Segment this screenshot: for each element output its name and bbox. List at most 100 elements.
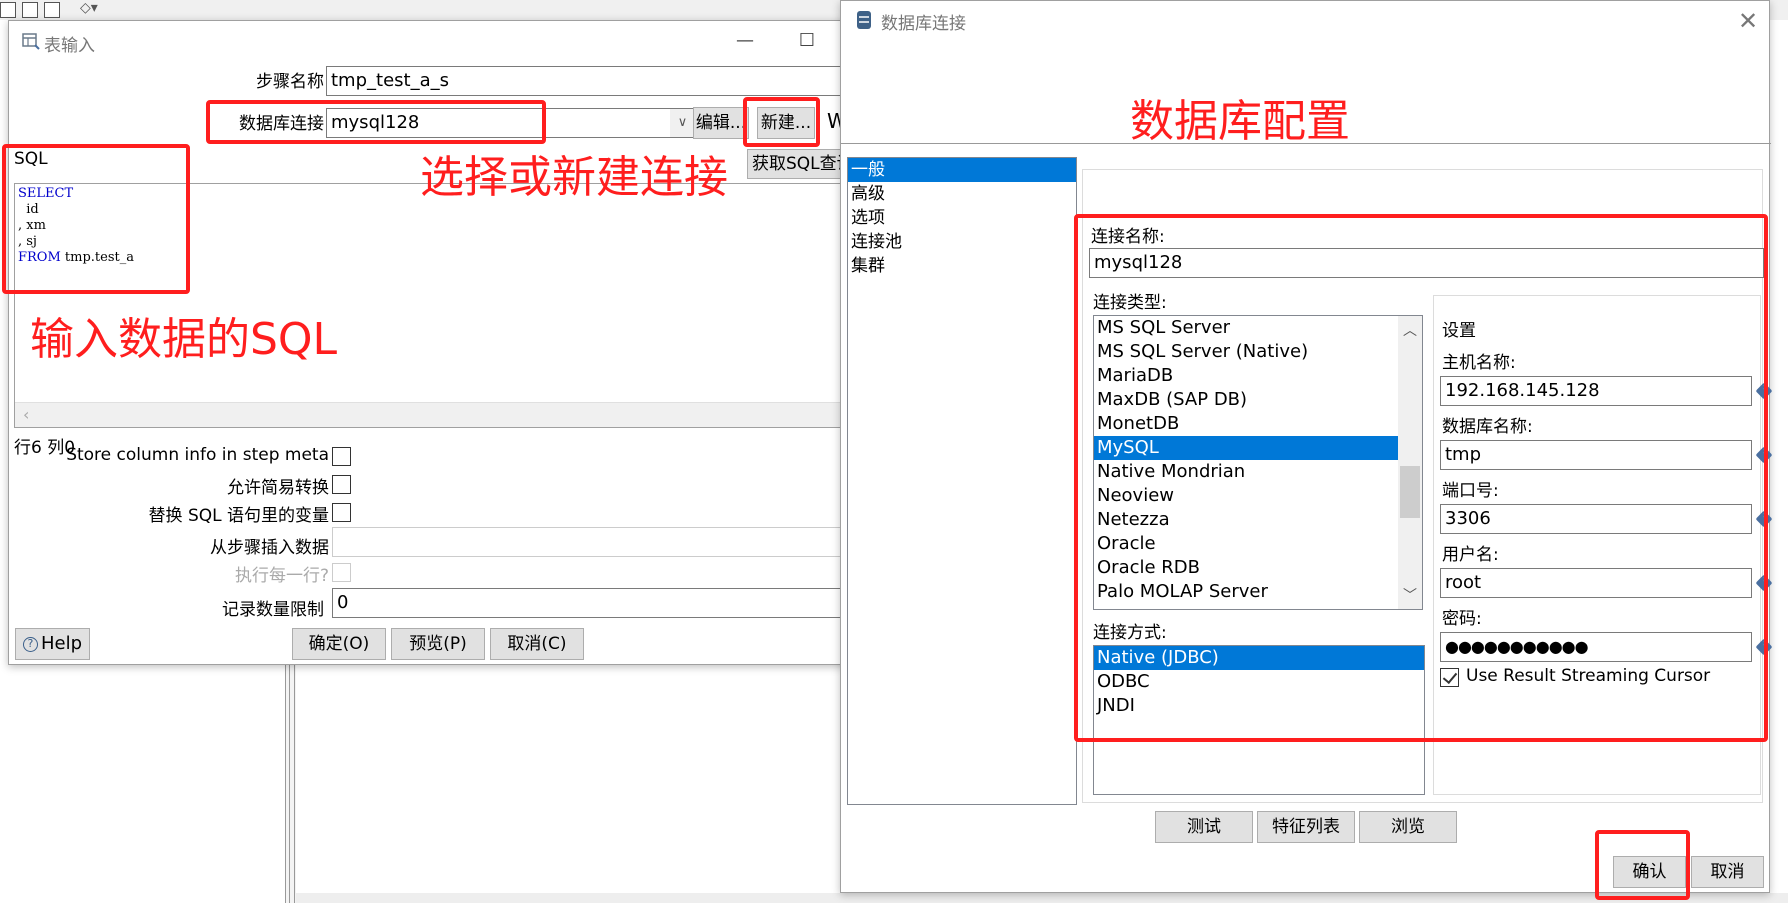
nav-item[interactable]: 高级: [848, 182, 1076, 206]
chevron-down-icon[interactable]: ∨: [670, 109, 695, 137]
password-input[interactable]: ●●●●●●●●●●●: [1440, 632, 1752, 662]
step-name-input[interactable]: tmp_test_a_s: [326, 66, 866, 96]
variable-icon[interactable]: [1755, 510, 1773, 528]
chevron-left-icon[interactable]: ‹: [23, 405, 29, 424]
new-connection-button[interactable]: 新建...: [757, 107, 815, 139]
streaming-cursor-label: Use Result Streaming Cursor: [1466, 666, 1711, 686]
settings-label: 设置: [1442, 321, 1476, 341]
ok-button[interactable]: 确定(O): [292, 628, 386, 660]
variable-icon[interactable]: [1755, 574, 1773, 592]
lazy-conversion-checkbox[interactable]: [332, 475, 351, 494]
scrollbar-thumb[interactable]: [1400, 466, 1420, 518]
variable-icon[interactable]: [1755, 638, 1773, 656]
layers-icon[interactable]: ◇▾: [80, 0, 98, 16]
sql-text: id: [18, 202, 39, 217]
dialog-title: 表输入: [44, 36, 95, 56]
db-connection-select[interactable]: mysql128: [326, 108, 696, 138]
minimize-button[interactable]: —: [733, 29, 757, 53]
sql-label: SQL: [14, 149, 48, 169]
help-icon: ?: [22, 636, 38, 652]
sql-editor[interactable]: SELECT id, xm, sj FROM tmp.test_a ‹: [14, 183, 859, 428]
connection-type-item[interactable]: Native Mondrian: [1094, 460, 1398, 484]
replace-variables-checkbox[interactable]: [332, 503, 351, 522]
variable-icon[interactable]: [1755, 382, 1773, 400]
streaming-cursor-checkbox[interactable]: [1440, 668, 1459, 687]
connection-type-label: 连接类型:: [1093, 293, 1167, 313]
explore-button[interactable]: 浏览: [1359, 811, 1457, 843]
toolbar-icon[interactable]: [22, 2, 38, 18]
connection-type-item[interactable]: Oracle: [1094, 532, 1398, 556]
replace-variables-label: 替换 SQL 语句里的变量: [148, 506, 329, 526]
sql-text: tmp.test_a: [60, 250, 134, 265]
connection-type-item[interactable]: MaxDB (SAP DB): [1094, 388, 1398, 412]
insert-from-step-select[interactable]: [332, 527, 859, 557]
port-input[interactable]: 3306: [1440, 504, 1752, 534]
table-input-icon: [22, 33, 40, 50]
connection-type-item[interactable]: MonetDB: [1094, 412, 1398, 436]
access-type-label: 连接方式:: [1093, 623, 1167, 643]
access-type-list[interactable]: Native (JDBC) ODBC JNDI: [1093, 645, 1425, 795]
nav-item[interactable]: 选项: [848, 206, 1076, 230]
nav-item[interactable]: 一般: [848, 158, 1076, 182]
edit-connection-button[interactable]: 编辑...: [693, 107, 749, 139]
connection-type-item[interactable]: MariaDB: [1094, 364, 1398, 388]
host-label: 主机名称:: [1442, 353, 1516, 373]
chevron-up-icon[interactable]: ︿: [1398, 320, 1422, 340]
database-icon: [857, 11, 871, 29]
password-label: 密码:: [1442, 609, 1482, 629]
toolbar-icon[interactable]: [44, 2, 60, 18]
access-type-item[interactable]: Native (JDBC): [1094, 646, 1424, 670]
nav-item[interactable]: 集群: [848, 254, 1076, 278]
port-label: 端口号:: [1442, 481, 1499, 501]
host-input[interactable]: 192.168.145.128: [1440, 376, 1752, 406]
connection-type-item[interactable]: Neoview: [1094, 484, 1398, 508]
connection-name-label: 连接名称:: [1091, 227, 1165, 247]
settings-nav-list[interactable]: 一般 高级 选项 连接池 集群: [847, 157, 1077, 805]
connection-type-item[interactable]: Netezza: [1094, 508, 1398, 532]
sql-line: id: [18, 202, 134, 218]
background-bottom-bar: [296, 893, 1788, 903]
confirm-button[interactable]: 确认: [1613, 856, 1686, 888]
connection-type-item[interactable]: MS SQL Server: [1094, 316, 1398, 340]
connection-name-input[interactable]: mysql128: [1089, 248, 1764, 278]
feature-list-button[interactable]: 特征列表: [1257, 811, 1355, 843]
store-column-info-checkbox[interactable]: [332, 447, 351, 466]
help-button[interactable]: ? Help: [15, 628, 90, 660]
username-input[interactable]: root: [1440, 568, 1752, 598]
insert-from-step-label: 从步骤插入数据: [210, 538, 329, 558]
annotation-config-note: 数据库配置: [1130, 96, 1350, 147]
execute-each-row-checkbox[interactable]: [332, 563, 351, 582]
preview-button[interactable]: 预览(P): [391, 628, 485, 660]
toolbar-icon[interactable]: [0, 2, 16, 18]
execute-each-row-label: 执行每一行?: [234, 566, 329, 586]
vertical-scrollbar[interactable]: ︿ ﹀: [1398, 316, 1422, 609]
connection-type-item[interactable]: Palo MOLAP Server: [1094, 580, 1398, 604]
limit-input[interactable]: 0: [332, 588, 859, 618]
access-type-item[interactable]: JNDI: [1094, 694, 1424, 718]
db-connection-label: 数据库连接: [239, 114, 324, 134]
step-name-label: 步骤名称: [256, 72, 324, 92]
connection-type-item[interactable]: MySQL: [1094, 436, 1398, 460]
database-name-label: 数据库名称:: [1442, 417, 1533, 437]
test-button[interactable]: 测试: [1155, 811, 1253, 843]
cancel-button[interactable]: 取消(C): [490, 628, 584, 660]
sql-keyword: FROM: [18, 250, 61, 265]
cancel-button[interactable]: 取消: [1691, 856, 1764, 888]
chevron-down-icon[interactable]: ﹀: [1398, 585, 1422, 605]
access-type-item[interactable]: ODBC: [1094, 670, 1424, 694]
variable-icon[interactable]: [1755, 446, 1773, 464]
general-panel: 连接名称: mysql128 连接类型: MS SQL Server MS SQL…: [1082, 169, 1773, 803]
sql-keyword: SELECT: [18, 186, 74, 201]
database-name-input[interactable]: tmp: [1440, 440, 1752, 470]
nav-item[interactable]: 连接池: [848, 230, 1076, 254]
username-label: 用户名:: [1442, 545, 1499, 565]
sql-code[interactable]: SELECT id, xm, sj FROM tmp.test_a: [18, 186, 134, 266]
horizontal-scrollbar[interactable]: ‹: [15, 402, 859, 427]
title-bar: 表输入 — ☐: [9, 21, 857, 63]
connection-type-item[interactable]: Oracle RDB: [1094, 556, 1398, 580]
connection-type-item[interactable]: MS SQL Server (Native): [1094, 340, 1398, 364]
connection-type-list[interactable]: MS SQL Server MS SQL Server (Native) Maria…: [1093, 315, 1423, 610]
close-button[interactable]: ✕: [1736, 9, 1760, 33]
maximize-button[interactable]: ☐: [795, 29, 819, 53]
store-column-info-label: Store column info in step meta: [66, 445, 329, 465]
